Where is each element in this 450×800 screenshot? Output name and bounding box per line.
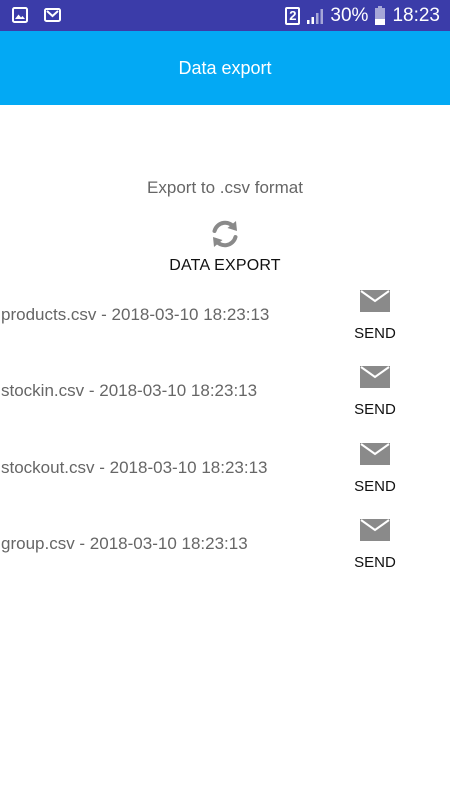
mail-notification-icon (44, 8, 61, 22)
send-button[interactable]: SEND (348, 443, 402, 503)
send-button[interactable]: SEND (348, 290, 402, 350)
mail-icon (360, 443, 390, 465)
file-label: stockout.csv - 2018-03-10 18:23:13 (1, 458, 268, 477)
system-status: 2 30% 18:23 (285, 0, 440, 31)
battery-icon (375, 5, 386, 25)
notification-icons (12, 7, 61, 23)
mail-icon (360, 290, 390, 312)
mail-icon (360, 519, 390, 541)
file-row: stockin.csv - 2018-03-10 18:23:13 SEND (0, 366, 450, 436)
data-export-refresh-button[interactable] (208, 217, 242, 251)
send-label: SEND (354, 478, 396, 495)
gallery-notification-icon (12, 7, 28, 23)
sim-badge: 2 (285, 6, 301, 25)
file-row: stockout.csv - 2018-03-10 18:23:13 SEND (0, 443, 450, 513)
battery-percent: 30% (330, 4, 369, 26)
app-bar: Data export (0, 31, 450, 105)
file-row: products.csv - 2018-03-10 18:23:13 SEND (0, 290, 450, 360)
file-row: group.csv - 2018-03-10 18:23:13 SEND (0, 519, 450, 589)
page-title: Data export (178, 57, 272, 78)
send-button[interactable]: SEND (348, 519, 402, 579)
file-label: stockin.csv - 2018-03-10 18:23:13 (1, 381, 258, 400)
send-label: SEND (354, 325, 396, 342)
file-label: products.csv - 2018-03-10 18:23:13 (1, 305, 270, 324)
file-label: group.csv - 2018-03-10 18:23:13 (1, 534, 248, 553)
sync-icon (212, 220, 238, 248)
send-label: SEND (354, 401, 396, 418)
status-bar: 2 30% 18:23 (0, 0, 450, 31)
data-export-button[interactable]: DATA EXPORT (0, 257, 450, 275)
status-time: 18:23 (392, 4, 440, 26)
signal-icon (307, 8, 324, 24)
send-label: SEND (354, 554, 396, 571)
mail-icon (360, 366, 390, 388)
send-button[interactable]: SEND (348, 366, 402, 426)
export-heading: Export to .csv format (147, 178, 303, 197)
